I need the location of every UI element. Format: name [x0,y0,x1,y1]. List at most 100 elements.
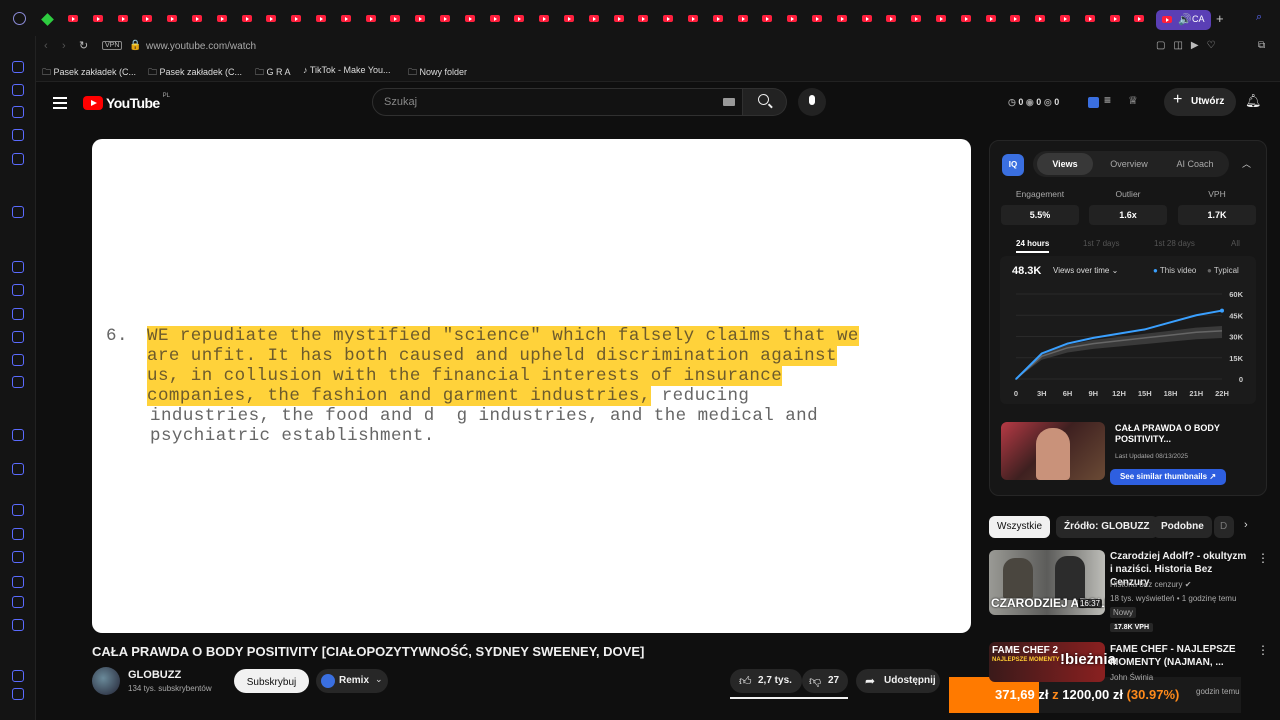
chip-similar[interactable]: Podobne [1153,516,1212,538]
youtube-tab-icon[interactable] [960,15,971,22]
vidiq-counters[interactable]: ◷ 0 ◉ 0 ◎ 0 [1008,97,1059,108]
youtube-tab-icon[interactable] [241,15,252,22]
rec-thumbnail[interactable]: CZARODZIEJ ADOLF? 16:37 [989,550,1105,615]
youtube-tab-icon[interactable] [1134,15,1145,22]
sidebar-app-icon[interactable] [12,261,24,273]
sidebar-app-icon[interactable] [12,619,24,631]
similar-thumbnails-button[interactable]: See similar thumbnails ↗ [1110,469,1226,485]
youtube-tab-icon[interactable] [415,15,426,22]
youtube-tab-icon[interactable] [142,15,153,22]
youtube-tab-icon[interactable] [266,15,277,22]
youtube-tab-icon[interactable] [737,15,748,22]
youtube-tab-icon[interactable] [117,15,128,22]
back-icon[interactable]: ‹ [44,40,48,52]
sidebar-app-icon[interactable] [12,528,24,540]
browser-logo-icon[interactable] [13,12,26,25]
thumbnail-preview[interactable] [1001,422,1105,480]
search-input[interactable]: Szukaj [372,88,743,116]
youtube-tab-icon[interactable] [340,15,351,22]
chip-all[interactable]: Wszystkie [989,516,1050,538]
tab-search-icon[interactable]: ⌕ [1256,11,1262,24]
youtube-tab-icon[interactable] [688,15,698,22]
youtube-tab-icon[interactable] [936,15,946,22]
chips-next-icon[interactable]: › [1244,519,1248,531]
rec-title[interactable]: FAME CHEF - NAJLEPSZE MOMENTY (NAJMAN, .… [1110,643,1250,669]
sidebar-app-icon[interactable] [12,354,24,366]
sidebar-app-icon[interactable] [12,106,24,118]
youtube-tab-icon[interactable] [985,15,996,22]
youtube-tab-icon[interactable] [1010,15,1021,22]
youtube-tab-icon[interactable] [316,15,326,22]
more-options-icon[interactable]: ⋮ [1257,643,1269,657]
youtube-tab-icon[interactable] [440,15,450,22]
youtube-tab-icon[interactable] [489,15,500,22]
sidebar-app-icon[interactable] [12,153,24,165]
sidebar-app-icon[interactable] [12,61,24,73]
sidebar-app-icon[interactable] [12,284,24,296]
youtube-tab-icon[interactable] [192,15,202,22]
chip-more[interactable]: D [1214,516,1234,538]
sidebar-app-icon[interactable] [12,206,24,218]
reload-icon[interactable]: ↻ [79,39,88,52]
notifications-bell-icon[interactable]: 🔔︎ [1245,93,1262,109]
youtube-tab-icon[interactable] [390,15,401,22]
youtube-tab-icon[interactable] [836,15,847,22]
dislike-button[interactable]: 👎︎ 27 [802,669,848,693]
youtube-tab-icon[interactable] [787,15,798,22]
new-tab-button[interactable]: + [1216,11,1224,26]
youtube-tab-icon[interactable] [92,15,103,22]
youtube-tab-icon[interactable] [1035,15,1046,22]
youtube-tab-icon[interactable] [365,15,376,22]
video-player[interactable]: 6. WE repudiate the mystified "science" … [92,139,971,633]
bookmark-item[interactable]: ♪ TikTok - Make You... [303,65,391,75]
sidebar-app-icon[interactable] [12,688,24,700]
sidebar-app-icon[interactable] [12,504,24,516]
trophy-icon[interactable]: ♕ [1128,94,1138,107]
extensions-icon[interactable]: ⧉ [1258,40,1265,51]
bookmark-item[interactable]: 🗀 Pasek zakładek (C... [42,65,136,81]
youtube-tab-icon[interactable] [68,15,78,22]
sidebar-app-icon[interactable] [12,463,24,475]
sidebar-app-icon[interactable] [12,596,24,608]
youtube-tab-icon[interactable] [663,15,674,22]
collapse-icon[interactable]: ︿ [1242,157,1251,170]
youtube-tab-icon[interactable] [588,15,599,22]
channel-name[interactable]: GLOBUZZ [128,669,181,681]
voice-search-button[interactable] [798,88,826,116]
sidebar-app-icon[interactable] [12,376,24,388]
youtube-tab-icon[interactable] [1084,15,1095,22]
youtube-tab-icon[interactable] [291,15,302,22]
sidebar-app-icon[interactable] [12,670,24,682]
range-all[interactable]: All [1231,239,1240,248]
forward-icon[interactable]: › [62,40,66,52]
youtube-tab-icon[interactable] [886,15,897,22]
youtube-tab-icon[interactable] [464,15,475,22]
sidebar-app-icon[interactable] [12,429,24,441]
sidebar-app-icon[interactable] [12,129,24,141]
youtube-logo[interactable]: YouTube PL [83,93,170,111]
menu-icon[interactable] [53,97,67,112]
search-button[interactable] [743,88,787,116]
youtube-tab-icon[interactable] [167,15,178,22]
youtube-tab-icon[interactable] [216,15,227,22]
range-24h[interactable]: 24 hours [1016,239,1050,253]
chip-source[interactable]: Źródło: GLOBUZZ [1056,516,1158,538]
youtube-tab-icon[interactable] [1060,15,1070,22]
sidebar-app-icon[interactable] [12,84,24,96]
bookmark-item[interactable]: 🗀 Nowy folder [408,65,467,81]
youtube-tab-icon[interactable] [712,15,723,22]
youtube-tab-icon[interactable] [911,15,922,22]
list-icon[interactable]: ≡ [1104,93,1111,107]
browser-toolbar-icons[interactable]: ▢◫▶♡ [1156,40,1224,51]
create-button[interactable]: + Utwórz [1164,88,1236,116]
tab-overview[interactable]: Overview [1098,153,1160,175]
sidebar-app-icon[interactable] [12,308,24,320]
range-28d[interactable]: 1st 28 days [1154,239,1195,248]
youtube-tab-icon[interactable] [564,15,574,22]
range-7d[interactable]: 1st 7 days [1083,239,1119,248]
subscribe-button[interactable]: Subskrybuj [234,669,309,693]
youtube-tab-icon[interactable] [1109,15,1120,22]
tab-ai-coach[interactable]: AI Coach [1164,153,1226,175]
vpn-badge[interactable]: VPN [102,41,123,50]
youtube-tab-icon[interactable] [812,15,822,22]
